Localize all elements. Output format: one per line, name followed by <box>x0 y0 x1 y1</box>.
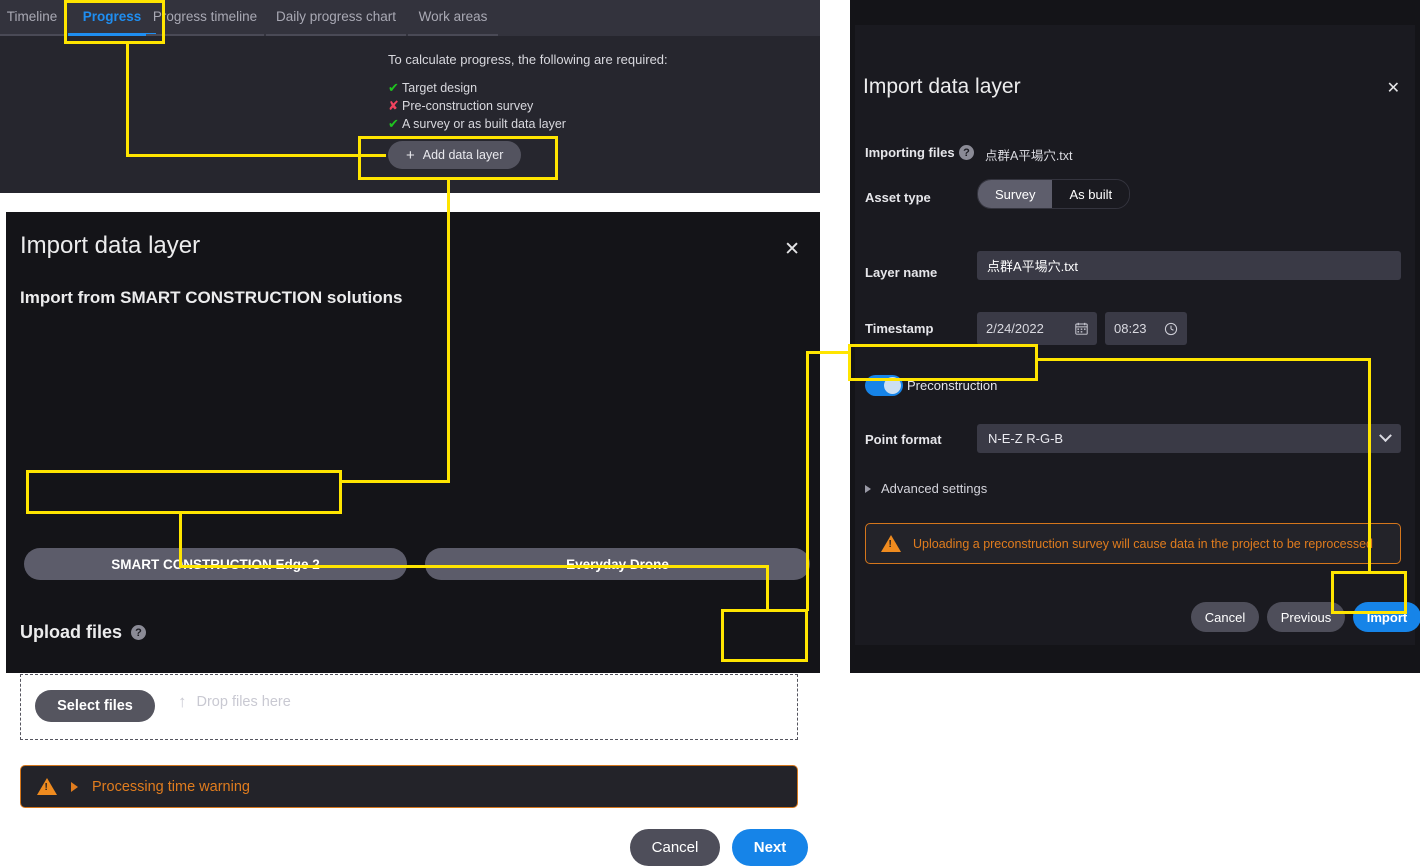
check-icon: ✔ <box>388 116 399 131</box>
cancel-button[interactable]: Cancel <box>1191 602 1259 632</box>
next-button[interactable]: Next <box>732 829 808 866</box>
timestamp-time-value: 08:23 <box>1114 321 1147 336</box>
tab-bar: Timeline Progress Progress timeline Dail… <box>0 0 820 36</box>
timestamp-date-value: 2/24/2022 <box>986 321 1044 336</box>
importing-files-value: 点群A平場穴.txt <box>985 149 1073 163</box>
previous-label: Previous <box>1280 609 1332 625</box>
asset-type-option-as-built-label: As built <box>1069 186 1113 202</box>
close-icon[interactable]: ✕ <box>1387 81 1400 97</box>
plus-icon: + <box>406 146 415 164</box>
advanced-settings-label: Advanced settings <box>881 481 988 496</box>
calendar-icon[interactable] <box>1075 322 1088 335</box>
asset-type-segmented-control: Survey As built <box>977 179 1131 209</box>
timestamp-date-field[interactable]: 2/24/2022 <box>977 312 1097 345</box>
close-icon[interactable]: ✕ <box>784 240 800 259</box>
layer-name-label: Layer name <box>865 265 938 280</box>
help-icon[interactable]: ? <box>959 145 974 160</box>
select-files-label: Select files <box>57 698 133 714</box>
clock-icon[interactable] <box>1164 322 1178 336</box>
requirements-title: To calculate progress, the following are… <box>388 52 668 67</box>
requirement-label: A survey or as built data layer <box>402 117 566 131</box>
tab-progress[interactable]: Progress <box>68 0 156 36</box>
tab-progress-label: Progress <box>82 9 142 24</box>
next-label: Next <box>753 839 787 856</box>
dialog-panel: Import data layer ✕ Importing files ? 点群… <box>855 25 1420 645</box>
select-files-button[interactable]: Select files <box>35 690 155 722</box>
importing-files-label: Importing files <box>865 145 955 160</box>
progress-panel: Timeline Progress Progress timeline Dail… <box>0 0 820 193</box>
advanced-settings-toggle[interactable]: Advanced settings <box>865 481 987 496</box>
source-button-edge2-label: SMART CONSTRUCTION Edge 2 <box>111 556 320 572</box>
dialog-subtitle: Import from SMART CONSTRUCTION solutions <box>20 288 403 307</box>
requirement-label: Target design <box>402 81 478 95</box>
cancel-button[interactable]: Cancel <box>630 829 720 866</box>
timestamp-time-field[interactable]: 08:23 <box>1105 312 1187 345</box>
asset-type-option-survey[interactable]: Survey <box>978 180 1053 208</box>
drop-files-hint: ↑ Drop files here <box>178 693 291 710</box>
requirement-row: ✔ Target design <box>388 79 668 97</box>
check-icon: ✔ <box>388 80 399 95</box>
upload-arrow-icon: ↑ <box>178 692 187 711</box>
preconstruction-warning-label: Uploading a preconstruction survey will … <box>913 536 1373 551</box>
add-data-layer-button[interactable]: + Add data layer <box>388 141 522 169</box>
tab-daily-progress-chart-label: Daily progress chart <box>275 9 397 24</box>
asset-type-option-as-built[interactable]: As built <box>1052 180 1130 208</box>
warning-triangle-icon <box>37 778 57 795</box>
processing-time-warning-bar[interactable]: Processing time warning <box>20 765 798 808</box>
timestamp-label: Timestamp <box>865 321 934 336</box>
requirement-row: ✔ A survey or as built data layer <box>388 115 668 133</box>
tab-work-areas-label: Work areas <box>418 9 488 24</box>
cross-icon: ✘ <box>388 98 399 113</box>
asset-type-label: Asset type <box>865 190 931 205</box>
warning-triangle-icon <box>881 535 901 552</box>
add-data-layer-label: Add data layer <box>422 148 504 162</box>
help-icon[interactable]: ? <box>131 625 147 640</box>
expand-arrow-icon[interactable] <box>71 781 78 792</box>
tab-daily-progress-chart[interactable]: Daily progress chart <box>266 0 406 36</box>
requirement-row: ✘ Pre-construction survey <box>388 97 668 115</box>
requirement-label: Pre-construction survey <box>402 99 534 113</box>
previous-button[interactable]: Previous <box>1267 602 1345 632</box>
upload-files-label: Upload files <box>20 622 123 642</box>
tab-progress-timeline[interactable]: Progress timeline <box>146 0 264 36</box>
chevron-down-icon <box>1379 429 1392 443</box>
source-button-edge2[interactable]: SMART CONSTRUCTION Edge 2 <box>24 548 407 580</box>
preconstruction-label: Preconstruction <box>907 378 998 393</box>
cancel-label: Cancel <box>1204 609 1246 625</box>
tab-timeline-label: Timeline <box>6 9 58 24</box>
asset-type-option-survey-label: Survey <box>995 186 1036 202</box>
expand-arrow-icon <box>865 484 871 493</box>
progress-panel-body: To calculate progress, the following are… <box>0 36 820 193</box>
import-data-layer-dialog-step1: Import data layer ✕ Import from SMART CO… <box>6 212 820 866</box>
preconstruction-warning-bar: Uploading a preconstruction survey will … <box>865 523 1401 564</box>
point-format-select[interactable]: N-E-Z R-G-B <box>977 424 1401 453</box>
tab-work-areas[interactable]: Work areas <box>408 0 498 36</box>
source-button-everyday-drone-label: Everyday Drone <box>566 556 669 572</box>
processing-time-warning-label: Processing time warning <box>92 778 250 795</box>
requirements-block: To calculate progress, the following are… <box>388 52 668 133</box>
toggle-knob <box>884 377 901 394</box>
preconstruction-row: Preconstruction <box>865 375 997 396</box>
tab-progress-timeline-label: Progress timeline <box>152 9 258 24</box>
dialog-title: Import data layer <box>20 232 201 259</box>
point-format-label: Point format <box>865 432 942 447</box>
import-label: Import <box>1366 609 1408 625</box>
import-data-layer-dialog-step2: Import data layer ✕ Importing files ? 点群… <box>850 0 1420 673</box>
drop-files-label: Drop files here <box>196 693 291 710</box>
tab-timeline[interactable]: Timeline <box>0 0 64 36</box>
preconstruction-toggle[interactable] <box>865 375 903 396</box>
point-format-value: N-E-Z R-G-B <box>988 431 1064 446</box>
source-button-everyday-drone[interactable]: Everyday Drone <box>425 548 810 580</box>
upload-files-heading: Upload files ? <box>20 622 147 643</box>
cancel-label: Cancel <box>651 839 699 856</box>
layer-name-input[interactable] <box>977 251 1401 280</box>
dialog-title: Import data layer <box>863 75 1021 98</box>
import-button[interactable]: Import <box>1353 602 1420 632</box>
